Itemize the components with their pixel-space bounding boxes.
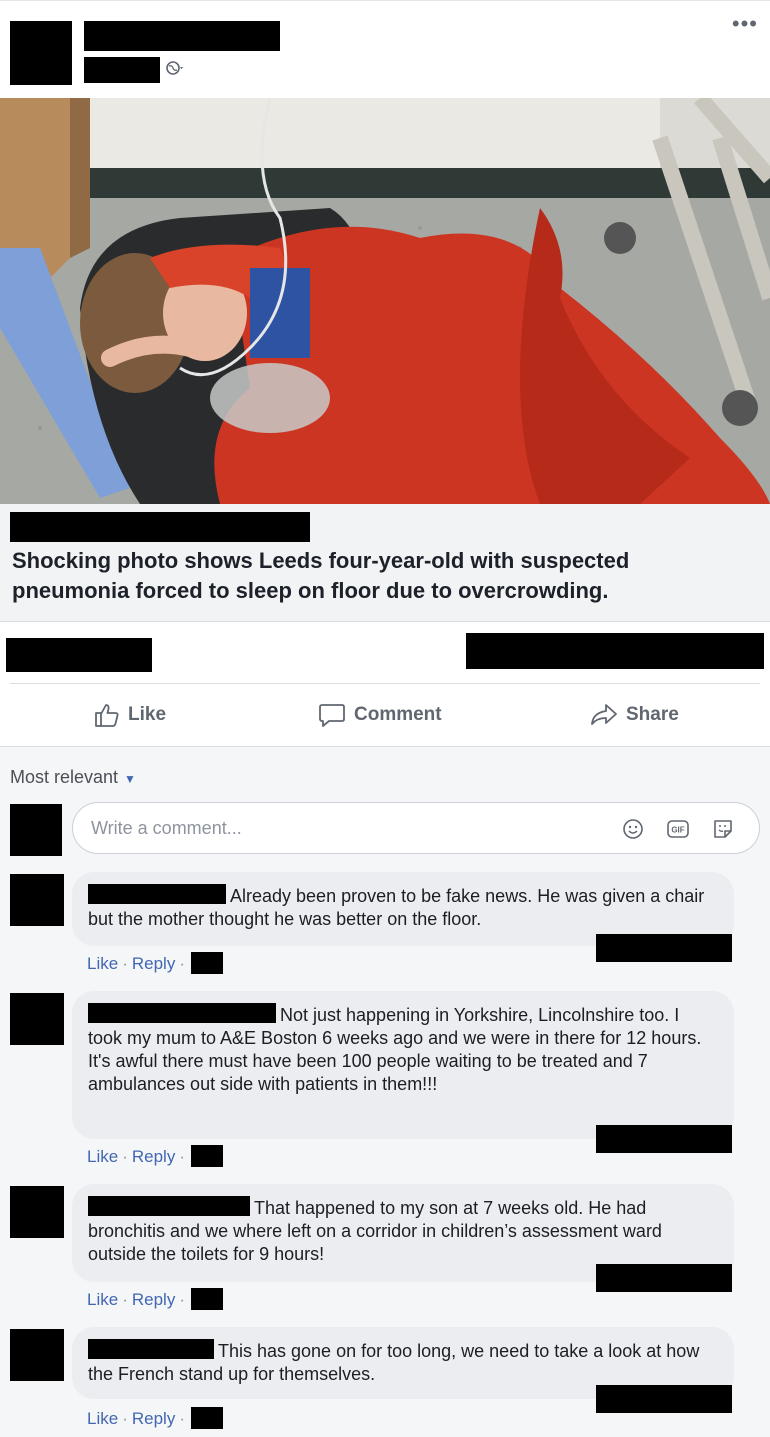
share-button[interactable]: Share (590, 699, 679, 731)
comment-reactions-redacted[interactable] (596, 1125, 732, 1153)
comment-timestamp-redacted[interactable] (191, 1288, 223, 1310)
link-headline[interactable]: Shocking photo shows Leeds four-year-old… (12, 546, 752, 606)
share-arrow-icon (591, 704, 617, 725)
current-user-avatar-redacted[interactable] (10, 804, 62, 856)
comment-actions: Like · Reply · (87, 1407, 223, 1429)
post-timestamp-redacted[interactable] (84, 57, 160, 83)
author-avatar-redacted[interactable] (10, 21, 72, 85)
link-source-redacted (10, 512, 310, 542)
author-name-redacted[interactable] (84, 21, 280, 51)
like-label: Like (128, 704, 167, 725)
comment-label: Comment (354, 704, 442, 725)
comment-actions: Like · Reply · (87, 1145, 223, 1167)
comment-reactions-redacted[interactable] (596, 1385, 732, 1413)
sticker-icon[interactable] (711, 817, 735, 841)
comment-timestamp-redacted[interactable] (191, 1145, 223, 1167)
child-on-hospital-floor-photo (0, 98, 770, 504)
comment-reply-link[interactable]: Reply (132, 954, 175, 973)
commenter-name-redacted[interactable] (88, 884, 226, 904)
audience-globe-icon[interactable] (166, 59, 184, 77)
comment-reactions-redacted[interactable] (596, 1264, 732, 1292)
comment-sort-dropdown[interactable]: Most relevant ▼ (10, 767, 136, 788)
comment-button[interactable]: Comment (318, 699, 442, 731)
comment-like-link[interactable]: Like (87, 954, 118, 973)
comments-section: Most relevant▼ GIF Already been proven t… (0, 747, 770, 1437)
comment-actions: Like · Reply · (87, 1288, 223, 1310)
speech-bubble-icon (319, 704, 345, 727)
emoji-icon[interactable] (621, 817, 645, 841)
gif-icon[interactable]: GIF (666, 817, 690, 841)
commenter-avatar-redacted[interactable] (10, 993, 64, 1045)
commenter-name-redacted[interactable] (88, 1003, 276, 1023)
caret-down-icon: ▼ (124, 772, 136, 786)
action-bar: Like Comment Share (0, 685, 770, 745)
comment-actions: Like · Reply · (87, 952, 223, 974)
comment-timestamp-redacted[interactable] (191, 1407, 223, 1429)
commenter-avatar-redacted[interactable] (10, 1186, 64, 1238)
comment-input-box[interactable]: GIF (72, 802, 760, 854)
share-label: Share (626, 704, 679, 725)
commenter-avatar-redacted[interactable] (10, 1329, 64, 1381)
commenter-name-redacted[interactable] (88, 1339, 214, 1359)
commenter-avatar-redacted[interactable] (10, 874, 64, 926)
comment-bubble: Not just happening in Yorkshire, Lincoln… (72, 991, 734, 1139)
thumbs-up-icon (95, 704, 119, 727)
post-header: ••• (0, 0, 770, 98)
comment-like-link[interactable]: Like (87, 1147, 118, 1166)
link-preview[interactable]: Shocking photo shows Leeds four-year-old… (0, 504, 770, 622)
comment-timestamp-redacted[interactable] (191, 952, 223, 974)
comment-reply-link[interactable]: Reply (132, 1409, 175, 1428)
post-photo[interactable] (0, 98, 770, 504)
sort-label: Most relevant (10, 767, 119, 787)
commenter-name-redacted[interactable] (88, 1196, 250, 1216)
comments-shares-count-redacted[interactable] (466, 633, 764, 669)
comment-reply-link[interactable]: Reply (132, 1147, 175, 1166)
reactions-count-redacted[interactable] (6, 638, 152, 672)
comment-reactions-redacted[interactable] (596, 934, 732, 962)
like-button[interactable]: Like (94, 699, 166, 731)
comment-reply-link[interactable]: Reply (132, 1290, 175, 1309)
comment-input[interactable] (91, 815, 591, 841)
more-options-icon[interactable]: ••• (732, 13, 758, 35)
divider (10, 683, 760, 684)
comment-like-link[interactable]: Like (87, 1290, 118, 1309)
comment-like-link[interactable]: Like (87, 1409, 118, 1428)
svg-text:GIF: GIF (671, 826, 684, 835)
